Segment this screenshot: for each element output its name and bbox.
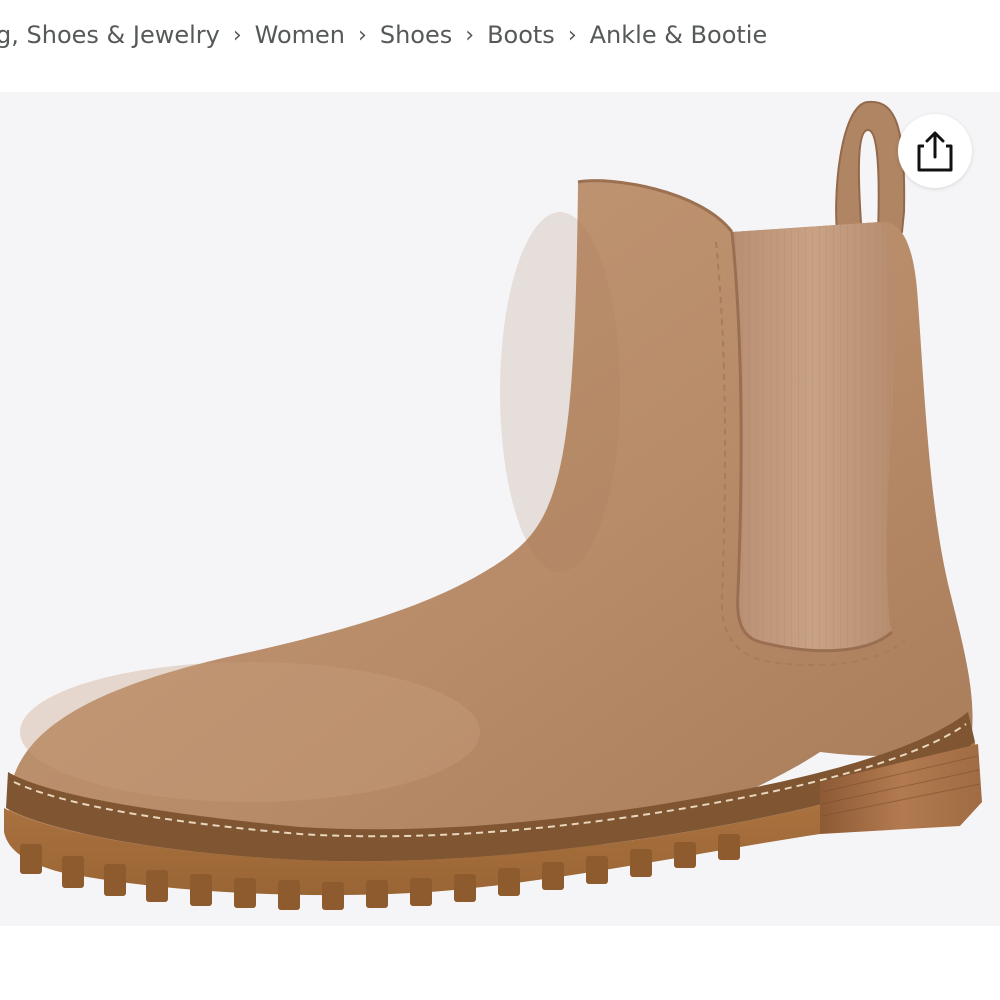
breadcrumb-link-boots[interactable]: Boots <box>487 21 555 49</box>
product-page: g, Shoes & Jewelry › Women › Shoes › Boo… <box>0 0 1000 1000</box>
breadcrumb-separator: › <box>567 22 577 48</box>
breadcrumb-link-clothing-shoes-jewelry[interactable]: g, Shoes & Jewelry <box>0 21 220 49</box>
breadcrumb-separator: › <box>232 22 242 48</box>
breadcrumb: g, Shoes & Jewelry › Women › Shoes › Boo… <box>0 14 767 56</box>
breadcrumb-link-women[interactable]: Women <box>255 21 345 49</box>
breadcrumb-link-ankle-bootie[interactable]: Ankle & Bootie <box>590 21 768 49</box>
breadcrumb-separator: › <box>358 22 367 48</box>
breadcrumb-link-shoes[interactable]: Shoes <box>380 21 452 49</box>
product-image-panel[interactable] <box>0 92 1000 926</box>
chelsea-boot-photo[interactable] <box>0 92 1000 926</box>
share-icon <box>917 131 953 172</box>
breadcrumb-separator: › <box>465 22 475 48</box>
share-button[interactable] <box>898 114 972 188</box>
